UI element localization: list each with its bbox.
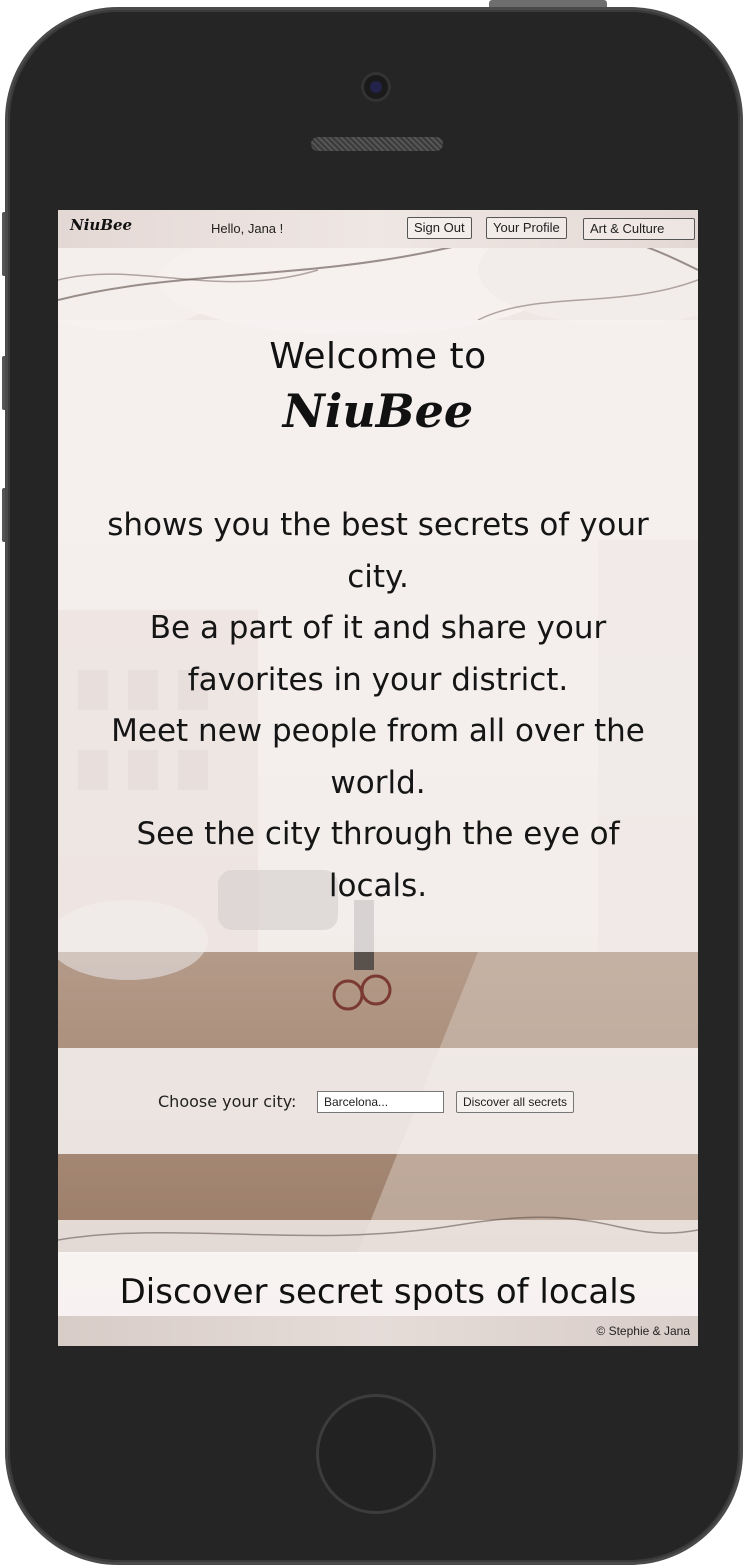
welcome-panel: Welcome to NiuBee shows you the best sec…	[58, 320, 698, 952]
city-picker: Choose your city: Barcelona... Discover …	[58, 1048, 698, 1154]
choose-city-label: Choose your city:	[158, 1092, 297, 1111]
brand-logo[interactable]: NiuBee	[70, 216, 132, 234]
discover-heading: Discover secret spots of locals	[119, 1272, 637, 1312]
speaker-grille	[311, 137, 443, 151]
camera-icon	[361, 72, 391, 102]
art-culture-button[interactable]: Art & Culture	[583, 218, 695, 240]
intro-line: Meet new people from all over the world.	[111, 713, 645, 801]
phone-screen: NiuBee Hello, Jana ! Sign Out Your Profi…	[58, 210, 698, 1346]
discover-section: Discover secret spots of locals	[58, 1252, 698, 1316]
city-input[interactable]: Barcelona...	[317, 1091, 444, 1113]
intro-text: shows you the best secrets of your city.…	[98, 500, 658, 912]
intro-line: See the city through the eye of locals.	[136, 816, 620, 904]
hero-brand-logo: NiuBee	[282, 384, 474, 438]
your-profile-button[interactable]: Your Profile	[486, 217, 567, 239]
greeting-text: Hello, Jana !	[211, 221, 284, 236]
sign-out-button[interactable]: Sign Out	[407, 217, 472, 239]
intro-line: Be a part of it and share your favorites…	[149, 610, 607, 698]
power-button	[489, 0, 607, 10]
top-navbar: NiuBee Hello, Jana ! Sign Out Your Profi…	[58, 210, 698, 248]
discover-all-secrets-button[interactable]: Discover all secrets	[456, 1091, 575, 1113]
footer-credit: © Stephie & Jana	[596, 1324, 690, 1338]
home-button	[316, 1394, 436, 1514]
intro-line: shows you the best secrets of your city.	[107, 507, 649, 595]
welcome-heading: Welcome to	[269, 336, 487, 377]
footer: © Stephie & Jana	[58, 1316, 698, 1346]
